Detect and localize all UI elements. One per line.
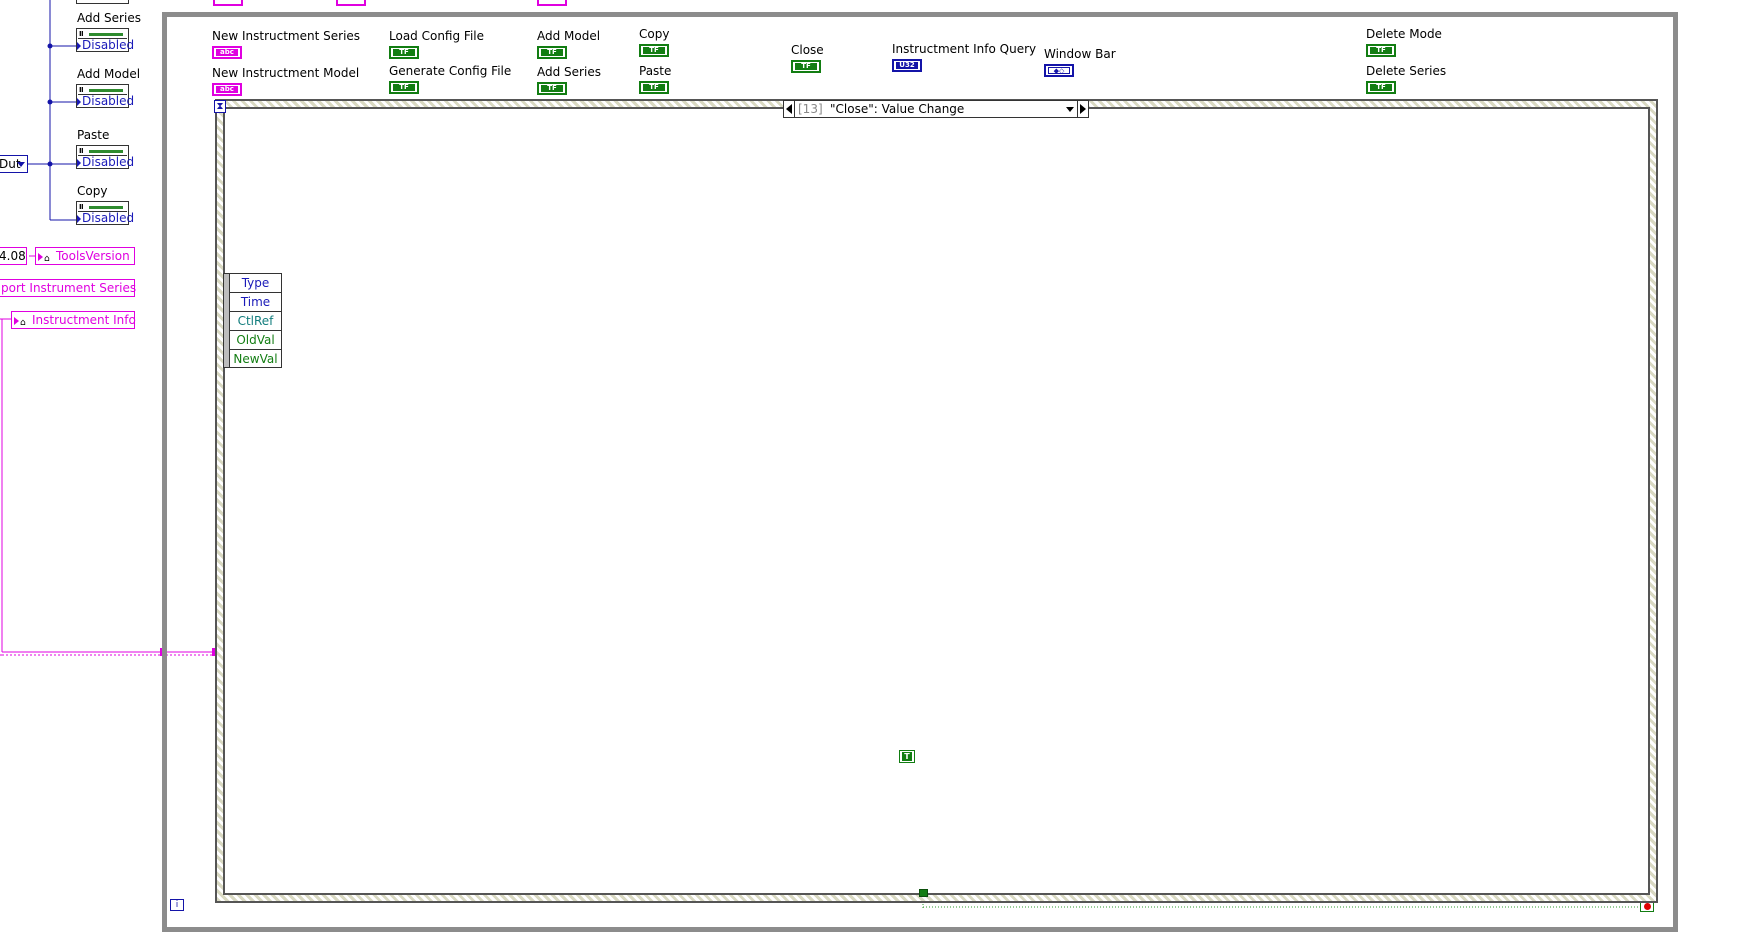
new-series-label: New Instructment Series bbox=[212, 29, 361, 43]
house-icon: ⌂ bbox=[20, 318, 26, 328]
copy-disabled-node[interactable]: Ⅱ Disabled bbox=[76, 201, 134, 225]
bool-glyph: TF bbox=[541, 49, 563, 56]
delete-mode-terminal[interactable]: TF bbox=[1366, 44, 1396, 57]
string-glyph: abc bbox=[216, 49, 238, 56]
new-model-terminal[interactable]: abc bbox=[212, 83, 242, 96]
add-series-disabled-node[interactable]: Ⅱ Disabled bbox=[76, 28, 134, 52]
add-series-node-label: Add Series bbox=[77, 11, 141, 25]
bool-glyph: TF bbox=[1370, 84, 1392, 91]
selector-divider bbox=[794, 101, 795, 117]
window-bar-terminal[interactable]: ◆◇ bbox=[1044, 64, 1074, 77]
event-data-type[interactable]: Type bbox=[230, 274, 281, 293]
add-model-disabled-node[interactable]: Ⅱ Disabled bbox=[76, 84, 134, 108]
tools-version-local[interactable]: ⌂ ToolsVersion bbox=[35, 247, 135, 265]
case-index: [13] bbox=[798, 102, 823, 116]
event-case-diagram[interactable] bbox=[223, 107, 1650, 895]
delete-series-terminal[interactable]: TF bbox=[1366, 81, 1396, 94]
info-query-terminal[interactable]: U32 bbox=[892, 59, 922, 72]
copy-label: Copy bbox=[639, 27, 670, 41]
version-value: 4.08 bbox=[0, 249, 26, 263]
partial-string-terminal[interactable] bbox=[213, 0, 243, 6]
add-model-terminal[interactable]: TF bbox=[537, 46, 567, 59]
version-constant[interactable]: 4.08 bbox=[0, 247, 27, 265]
instrument-info-label: Instructment Info bbox=[32, 313, 136, 327]
property-label: Disabled bbox=[77, 95, 134, 108]
decrement-arrow-icon[interactable] bbox=[786, 104, 792, 114]
event-data-node[interactable]: Type Time CtlRef OldVal NewVal bbox=[223, 273, 282, 368]
event-case-selector[interactable]: [13] "Close": Value Change bbox=[783, 100, 1089, 118]
close-label: Close bbox=[791, 43, 824, 57]
paste-node-label: Paste bbox=[77, 128, 110, 142]
paste-label: Paste bbox=[639, 64, 672, 78]
partial-bool-terminal[interactable] bbox=[537, 0, 567, 6]
info-query-label: Instructment Info Query bbox=[892, 42, 1037, 56]
bool-glyph: TF bbox=[1370, 47, 1392, 54]
bool-glyph: TF bbox=[393, 84, 415, 91]
event-data-time[interactable]: Time bbox=[230, 293, 281, 312]
tools-version-label: ToolsVersion bbox=[56, 249, 130, 263]
new-model-label: New Instructment Model bbox=[212, 66, 360, 80]
load-config-label: Load Config File bbox=[389, 29, 484, 43]
hourglass-icon[interactable]: ⧗ bbox=[214, 100, 226, 113]
generate-config-terminal[interactable]: TF bbox=[389, 81, 419, 94]
paste-terminal[interactable]: TF bbox=[639, 81, 669, 94]
bool-glyph: TF bbox=[795, 63, 817, 70]
true-glyph: T bbox=[902, 752, 912, 761]
string-glyph: abc bbox=[216, 86, 238, 93]
bool-glyph: TF bbox=[541, 85, 563, 92]
property-label: Disabled bbox=[77, 39, 134, 52]
ref-glyph: ◆◇ bbox=[1048, 67, 1070, 75]
delete-mode-label: Delete Mode bbox=[1366, 27, 1442, 41]
import-series-label: port Instrument Series bbox=[1, 281, 137, 295]
arrow-icon bbox=[38, 253, 43, 261]
bool-glyph: TF bbox=[393, 49, 415, 56]
instrument-info-local[interactable]: ⌂ Instructment Info bbox=[11, 311, 136, 329]
add-series-label: Add Series bbox=[537, 65, 601, 79]
add-model-node-label: Add Model bbox=[77, 67, 141, 81]
bool-glyph: TF bbox=[643, 84, 665, 91]
event-structure[interactable] bbox=[215, 99, 1658, 903]
house-icon: ⌂ bbox=[44, 254, 50, 264]
add-series-terminal[interactable]: TF bbox=[537, 82, 567, 95]
true-constant[interactable]: T bbox=[899, 750, 915, 763]
generate-config-label: Generate Config File bbox=[389, 64, 512, 78]
enum-constant[interactable]: Dut bbox=[0, 155, 28, 173]
top-partial-node[interactable] bbox=[76, 0, 129, 4]
close-terminal[interactable]: TF bbox=[791, 60, 821, 73]
copy-node-label: Copy bbox=[77, 184, 108, 198]
import-series-local[interactable]: port Instrument Series bbox=[0, 279, 137, 297]
event-data-newval[interactable]: NewVal bbox=[230, 350, 281, 369]
delete-series-label: Delete Series bbox=[1366, 64, 1447, 78]
case-name: "Close": Value Change bbox=[830, 102, 965, 116]
copy-terminal[interactable]: TF bbox=[639, 44, 669, 57]
arrow-icon bbox=[14, 317, 19, 325]
chevron-down-icon[interactable] bbox=[1066, 107, 1074, 112]
output-tunnel[interactable] bbox=[919, 889, 928, 897]
iteration-terminal[interactable]: i bbox=[170, 899, 184, 911]
event-data-oldval[interactable]: OldVal bbox=[230, 331, 281, 350]
partial-string-terminal[interactable] bbox=[336, 0, 366, 6]
property-label: Disabled bbox=[77, 212, 134, 225]
bool-glyph: TF bbox=[643, 47, 665, 54]
add-model-label: Add Model bbox=[537, 29, 601, 43]
new-series-terminal[interactable]: abc bbox=[212, 46, 242, 59]
selector-divider bbox=[1077, 101, 1078, 117]
event-data-ctlref[interactable]: CtlRef bbox=[230, 312, 281, 331]
chevron-down-icon bbox=[17, 162, 25, 167]
paste-disabled-node[interactable]: Ⅱ Disabled bbox=[76, 145, 134, 169]
window-bar-label: Window Bar bbox=[1044, 47, 1116, 61]
increment-arrow-icon[interactable] bbox=[1080, 104, 1086, 114]
property-label: Disabled bbox=[77, 156, 134, 169]
load-config-terminal[interactable]: TF bbox=[389, 46, 419, 59]
u32-glyph: U32 bbox=[896, 62, 918, 69]
